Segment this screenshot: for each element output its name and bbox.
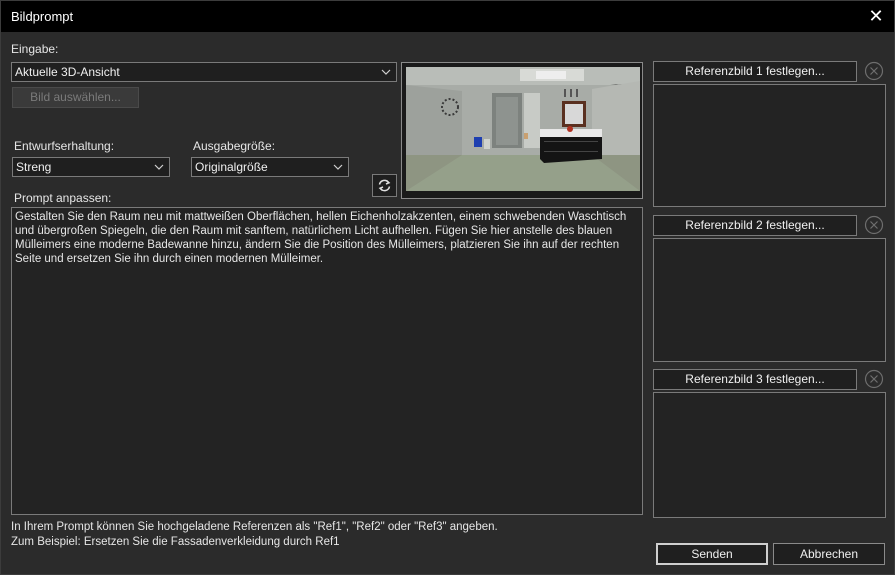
reference-3-preview[interactable] bbox=[653, 392, 886, 518]
window-title: Bildprompt bbox=[11, 9, 74, 24]
cancel-button[interactable]: Abbrechen bbox=[773, 543, 885, 565]
output-size-select[interactable]: Originalgröße bbox=[191, 157, 349, 177]
prompt-textarea[interactable]: Gestalten Sie den Raum neu mit mattweiße… bbox=[11, 207, 643, 515]
refresh-icon bbox=[378, 179, 391, 192]
send-button[interactable]: Senden bbox=[656, 543, 768, 565]
clear-circle-icon bbox=[864, 61, 884, 81]
clear-reference-3-button[interactable] bbox=[864, 369, 884, 389]
design-retention-value: Streng bbox=[16, 160, 52, 174]
input-label: Eingabe: bbox=[11, 42, 59, 56]
clear-reference-2-button[interactable] bbox=[864, 215, 884, 235]
hint-line-1: In Ihrem Prompt können Sie hochgeladene … bbox=[11, 521, 498, 533]
bildprompt-dialog: Bildprompt ✕ Eingabe: Aktuelle 3D-Ansich… bbox=[0, 0, 895, 575]
chevron-down-icon bbox=[381, 69, 391, 75]
output-size-label: Ausgabegröße: bbox=[193, 139, 276, 153]
clear-circle-icon bbox=[864, 215, 884, 235]
clear-reference-1-button[interactable] bbox=[864, 61, 884, 81]
close-icon[interactable]: ✕ bbox=[866, 6, 886, 26]
input-source-select[interactable]: Aktuelle 3D-Ansicht bbox=[11, 62, 397, 82]
output-size-value: Originalgröße bbox=[195, 160, 268, 174]
title-bar: Bildprompt ✕ bbox=[1, 1, 894, 32]
select-image-button[interactable]: Bild auswählen... bbox=[12, 87, 139, 108]
3d-preview-image bbox=[401, 62, 643, 199]
prompt-label: Prompt anpassen: bbox=[14, 191, 112, 205]
bathroom-render bbox=[402, 63, 642, 198]
chevron-down-icon bbox=[154, 164, 164, 170]
refresh-button[interactable] bbox=[372, 174, 397, 197]
chevron-down-icon bbox=[333, 164, 343, 170]
design-retention-label: Entwurfserhaltung: bbox=[14, 139, 115, 153]
reference-1-preview[interactable] bbox=[653, 84, 886, 207]
set-reference-3-button[interactable]: Referenzbild 3 festlegen... bbox=[653, 369, 857, 390]
clear-circle-icon bbox=[864, 369, 884, 389]
set-reference-2-button[interactable]: Referenzbild 2 festlegen... bbox=[653, 215, 857, 236]
design-retention-select[interactable]: Streng bbox=[12, 157, 170, 177]
input-source-value: Aktuelle 3D-Ansicht bbox=[15, 65, 120, 79]
hint-line-2: Zum Beispiel: Ersetzen Sie die Fassadenv… bbox=[11, 536, 340, 548]
reference-2-preview[interactable] bbox=[653, 238, 886, 362]
set-reference-1-button[interactable]: Referenzbild 1 festlegen... bbox=[653, 61, 857, 82]
